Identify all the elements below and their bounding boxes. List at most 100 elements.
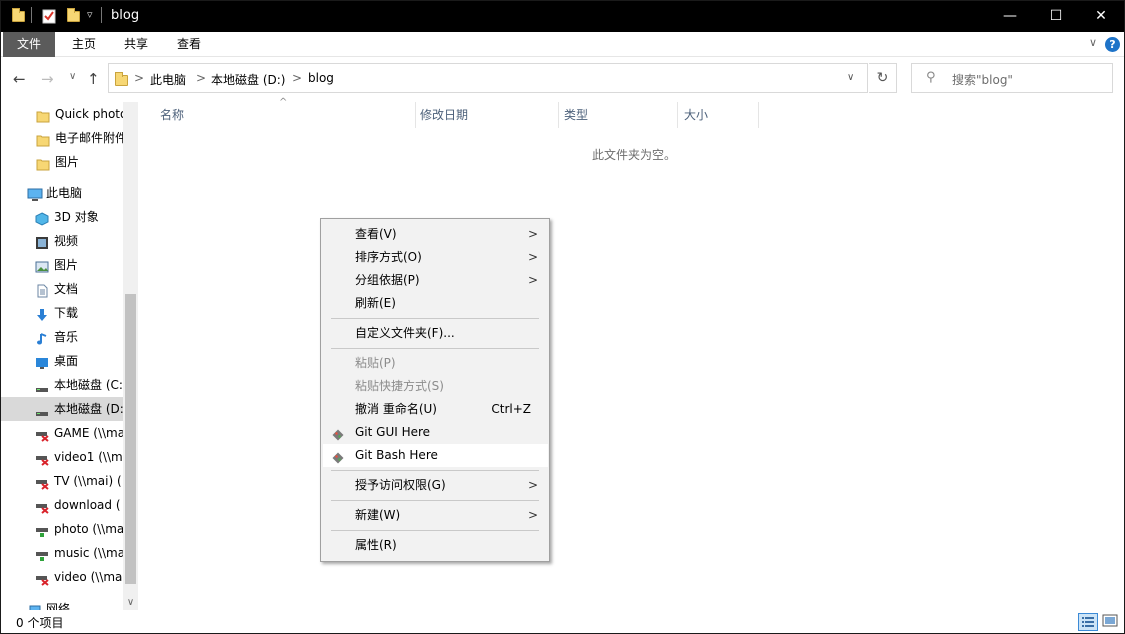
menu-separator	[331, 470, 539, 471]
context-menu-item[interactable]: 新建(W) >	[323, 504, 548, 527]
breadcrumb-separator[interactable]: >	[134, 71, 144, 85]
sidebar-item[interactable]: video1 (\\mai)	[1, 445, 123, 469]
large-icons-view-button[interactable]	[1101, 613, 1121, 631]
help-icon[interactable]: ?	[1105, 37, 1120, 52]
breadcrumb-separator[interactable]: >	[292, 71, 302, 85]
expand-ribbon-chevron-icon[interactable]: ∨	[1089, 36, 1097, 49]
breadcrumb-separator[interactable]: >	[196, 71, 206, 85]
context-menu-item[interactable]: Git GUI Here	[323, 421, 548, 444]
details-view-button[interactable]	[1078, 613, 1098, 631]
column-header-size[interactable]: 大小	[678, 102, 759, 128]
sidebar-item[interactable]: download (	[1, 493, 123, 517]
sidebar-item[interactable]: 网络	[1, 597, 123, 610]
navigation-pane-scrollbar[interactable]: ∨	[123, 102, 138, 610]
search-icon: ⚲	[926, 70, 936, 85]
context-menu-item[interactable]: 撤消 重命名(U) Ctrl+Z	[323, 398, 548, 421]
close-button[interactable]: ✕	[1078, 1, 1124, 32]
sidebar-item-label: 桌面	[54, 354, 79, 368]
sidebar-item-label: Quick photo	[55, 107, 123, 121]
network-drive-connected-icon	[35, 522, 49, 537]
scroll-down-chevron-icon[interactable]: ∨	[123, 597, 138, 608]
tab-share[interactable]: 共享	[110, 32, 162, 57]
up-arrow-icon[interactable]: ↑	[87, 70, 100, 88]
sidebar-item[interactable]: Quick photo	[1, 102, 123, 126]
menu-item-label: 自定义文件夹(F)...	[355, 326, 455, 340]
menu-separator	[331, 530, 539, 531]
sidebar-item[interactable]: GAME (\\mai)	[1, 421, 123, 445]
back-arrow-icon[interactable]: ←	[13, 70, 26, 88]
sidebar-item[interactable]: 桌面	[1, 349, 123, 373]
context-menu-item[interactable]: Git Bash Here	[323, 444, 548, 467]
properties-icon[interactable]	[42, 8, 56, 27]
context-menu-item[interactable]: 排序方式(O) >	[323, 246, 548, 269]
new-folder-icon[interactable]	[67, 8, 80, 22]
sidebar-item[interactable]: 下载	[1, 301, 123, 325]
address-bar[interactable]: > 此电脑 > 本地磁盘 (D:) > blog ∨	[108, 63, 868, 93]
documents-icon	[35, 282, 49, 298]
context-menu-item[interactable]: 分组依据(P) >	[323, 269, 548, 292]
breadcrumb-item[interactable]: 本地磁盘 (D:)	[211, 71, 285, 88]
column-header-type[interactable]: 类型	[558, 102, 678, 128]
submenu-arrow-icon: >	[527, 250, 538, 264]
folder-icon	[36, 107, 50, 123]
context-menu-item[interactable]: 粘贴快捷方式(S)	[323, 375, 548, 398]
context-menu-item[interactable]: 查看(V) >	[323, 223, 548, 246]
sidebar-item[interactable]: video (\\mai)	[1, 565, 123, 589]
breadcrumb-item[interactable]: 此电脑	[150, 71, 186, 88]
submenu-arrow-icon: >	[527, 478, 538, 492]
recent-locations-chevron-icon[interactable]: ∨	[69, 71, 76, 82]
maximize-button[interactable]: ☐	[1033, 1, 1079, 32]
tab-file[interactable]: 文件	[3, 32, 56, 57]
menu-item-label: 分组依据(P)	[355, 273, 420, 287]
menu-item-label: 查看(V)	[355, 227, 397, 241]
sidebar-item[interactable]: 视频	[1, 229, 123, 253]
scrollbar-thumb[interactable]	[125, 294, 136, 584]
drive-icon	[35, 378, 49, 392]
network-drive-disconnected-icon	[35, 474, 49, 490]
submenu-arrow-icon: >	[527, 508, 538, 522]
sidebar-item[interactable]: 文档	[1, 277, 123, 301]
menu-item-shortcut: Ctrl+Z	[491, 402, 531, 416]
breadcrumb-item[interactable]: blog	[308, 71, 334, 85]
network-drive-disconnected-icon	[35, 570, 49, 586]
sidebar-item[interactable]: 本地磁盘 (C:)	[1, 373, 123, 397]
refresh-button[interactable]: ↻	[869, 63, 897, 93]
sidebar-item[interactable]: 图片	[1, 253, 123, 277]
forward-arrow-icon[interactable]: →	[41, 70, 54, 88]
sidebar-item-label: 下载	[54, 306, 79, 320]
tab-view[interactable]: 查看	[163, 32, 215, 57]
context-menu-item[interactable]: 授予访问权限(G) >	[323, 474, 548, 497]
sidebar-item[interactable]: 此电脑	[1, 181, 123, 205]
address-dropdown-chevron-icon[interactable]: ∨	[847, 72, 854, 83]
context-menu-item[interactable]: 刷新(E)	[323, 292, 548, 315]
customize-toolbar-chevron-icon[interactable]: ▿	[87, 8, 93, 21]
folder-icon[interactable]	[12, 8, 25, 22]
sidebar-item[interactable]: photo (\\mai)	[1, 517, 123, 541]
sidebar-item-label: photo (\\mai)	[54, 522, 123, 536]
sidebar-item[interactable]: music (\\mai)	[1, 541, 123, 565]
column-header-modified[interactable]: 修改日期	[414, 102, 559, 128]
sidebar-item[interactable]: 电子邮件附件	[1, 126, 123, 150]
sidebar-item-label: 音乐	[54, 330, 79, 344]
sidebar-item[interactable]: TV (\\mai) (	[1, 469, 123, 493]
context-menu-item[interactable]: 属性(R)	[323, 534, 548, 557]
sidebar-item-label: 视频	[54, 234, 79, 248]
sidebar-item-label: 图片	[54, 258, 79, 272]
sidebar-item[interactable]: 音乐	[1, 325, 123, 349]
tab-home[interactable]: 主页	[58, 32, 110, 57]
sidebar-item[interactable]: 3D 对象	[1, 205, 123, 229]
sidebar-item-label: 图片	[55, 155, 80, 169]
sidebar-item[interactable]: 图片	[1, 150, 123, 174]
context-menu-item[interactable]: 自定义文件夹(F)...	[323, 322, 548, 345]
context-menu-item[interactable]: 粘贴(P)	[323, 352, 548, 375]
sidebar-item[interactable]: 本地磁盘 (D:)	[1, 397, 123, 421]
menu-item-label: 属性(R)	[355, 538, 397, 552]
minimize-button[interactable]: —	[987, 1, 1033, 32]
sidebar-item-label: music (\\mai)	[54, 546, 123, 560]
sidebar-item-label: video1 (\\mai)	[54, 450, 123, 464]
submenu-arrow-icon: >	[527, 227, 538, 241]
search-input[interactable]: ⚲ 搜索"blog"	[911, 63, 1113, 93]
folder-icon	[36, 131, 50, 147]
context-menu: 查看(V) > 排序方式(O) > 分组依据(P) > 刷新(E) 自定义文件夹(F)... 粘…	[320, 218, 550, 562]
folder-icon	[115, 72, 128, 86]
